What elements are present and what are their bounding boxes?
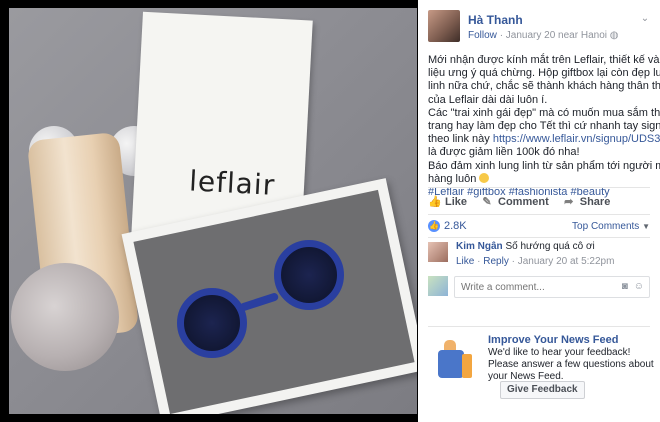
comment-composer: ◙ ☺	[428, 276, 650, 300]
author-avatar[interactable]	[428, 10, 460, 42]
camera-icon[interactable]: ◙	[622, 281, 628, 292]
post-body: Mới nhận được kính mắt trên Leflair, thi…	[428, 54, 660, 199]
product-logo: leflair	[188, 164, 277, 202]
post-body-line: của Leflair dài dài luôn í.	[428, 93, 548, 106]
like-count-value: 2.8K	[444, 220, 467, 232]
comment-meta: Like · Reply · January 20 at 5:22pm	[456, 256, 614, 267]
hand-shape	[438, 350, 464, 378]
sunglasses-lens-left	[177, 288, 247, 358]
author-name[interactable]: Hà Thanh	[468, 13, 523, 27]
post-time-location[interactable]: January 20 near Hanoi	[506, 30, 607, 41]
post-body-line: Mới nhận được kính mắt trên Leflair, thi…	[428, 54, 660, 66]
post-meta: Follow · January 20 near Hanoi ◍	[468, 30, 619, 41]
post-header: Hà Thanh Follow · January 20 near Hanoi …	[428, 10, 650, 44]
comment-like-link[interactable]: Like	[456, 256, 474, 267]
post-body-line: Báo đảm xinh lung linh từ sản phẩm tới n…	[428, 159, 660, 172]
sunglasses-lens-right	[274, 240, 344, 310]
post-body-line: trang hay làm đẹp cho Tết thì cứ nhanh t…	[428, 120, 660, 133]
comment-item: Kim Ngân Số hướng quá cô ơi Like · Reply…	[428, 240, 650, 270]
composer-icons: ◙ ☺	[622, 281, 644, 292]
post-body-line: liệu ưng ý quá chừng. Hộp giftbox lại cò…	[428, 67, 660, 80]
post-body-text: theo link này	[428, 133, 490, 146]
like-badge-icon: 👍	[428, 220, 440, 232]
feedback-title[interactable]: Improve Your News Feed	[488, 334, 618, 346]
thumbs-up-icon: 👍	[428, 196, 442, 208]
comment-input[interactable]	[454, 276, 650, 298]
like-button[interactable]: 👍 Like	[428, 196, 467, 208]
give-feedback-button[interactable]: Give Feedback	[500, 381, 585, 399]
globe-icon: ◍	[609, 30, 619, 41]
caret-down-icon: ▼	[642, 221, 650, 231]
post-photo[interactable]: leflair	[0, 0, 418, 422]
comment-sort-label: Top Comments	[572, 220, 640, 232]
follow-link[interactable]: Follow	[468, 30, 497, 41]
comment-text: Số hướng quá cô ơi	[505, 241, 595, 252]
comment-sort-dropdown[interactable]: Top Comments ▼	[572, 221, 650, 232]
feedback-prompt: Improve Your News Feed We'd like to hear…	[428, 334, 654, 404]
photo-scene: leflair	[9, 8, 417, 414]
viewer-avatar	[428, 276, 448, 296]
chevron-down-icon[interactable]: ⌄	[640, 14, 650, 24]
reactions-row: 👍 2.8K Top Comments ▼	[428, 219, 650, 233]
share-label: Share	[579, 196, 611, 208]
post-sidebar: Hà Thanh Follow · January 20 near Hanoi …	[418, 0, 660, 422]
post-body-line-with-emoji: hàng luôn	[428, 172, 652, 186]
smile-emoji-icon	[479, 172, 490, 183]
comment-reply-link[interactable]: Reply	[483, 256, 509, 267]
post-body-line-with-link: theo link này https://www.leflair.vn/sig…	[428, 133, 660, 146]
like-count[interactable]: 👍 2.8K	[428, 220, 467, 232]
share-button[interactable]: ➦ Share	[563, 196, 611, 208]
post-body-line: Các "trai xinh gái đẹp" mà có muốn mua s…	[428, 106, 660, 119]
divider	[428, 187, 650, 188]
comment-time[interactable]: January 20 at 5:22pm	[518, 256, 615, 267]
pompom-image	[11, 263, 119, 371]
emoji-icon[interactable]: ☺	[634, 281, 644, 292]
commenter-name[interactable]: Kim Ngân	[456, 241, 503, 252]
glasses-case	[133, 189, 415, 414]
signup-link[interactable]: https://www.leflair.vn/signup/UDS3O5X	[493, 133, 660, 145]
post-body-line: linh nữa chứ, chắc sẽ thành khách hàng t…	[428, 80, 660, 93]
comment-body: Kim Ngân Số hướng quá cô ơi	[456, 241, 595, 252]
thumbs-up-illustration-icon	[432, 340, 476, 384]
post-actions: 👍 Like ✎ Comment ➦ Share	[428, 194, 650, 210]
post-body-text: hàng luôn	[428, 172, 477, 185]
divider	[428, 237, 650, 238]
comment-label: Comment	[498, 196, 549, 208]
speech-bubble-icon: ✎	[482, 196, 492, 208]
feedback-description: We'd like to hear your feedback! Please …	[488, 347, 654, 382]
like-label: Like	[445, 196, 468, 208]
share-arrow-icon: ➦	[564, 196, 574, 208]
divider	[428, 326, 650, 327]
cuff-shape	[462, 354, 472, 378]
comment-button[interactable]: ✎ Comment	[481, 196, 549, 208]
commenter-avatar[interactable]	[428, 242, 448, 262]
post-body-line: là được giảm liền 100k đó nha!	[428, 146, 580, 159]
divider	[428, 214, 650, 215]
